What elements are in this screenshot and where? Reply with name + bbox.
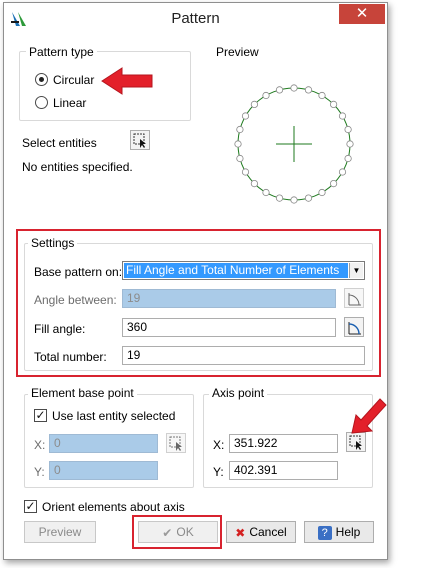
window-title: Pattern (171, 10, 220, 27)
annotation-arrow-icon (101, 67, 153, 95)
preview-marker (318, 188, 326, 197)
linear-radio[interactable] (35, 96, 48, 109)
preview-marker (344, 154, 352, 163)
preview-marker (250, 100, 258, 109)
preview-marker (338, 112, 347, 120)
base-y-label: Y: (34, 465, 45, 479)
axis-point-legend: Axis point (209, 386, 268, 400)
axis-point-pick-button[interactable] (346, 432, 366, 452)
use-last-entity-checkbox[interactable]: ✓ (34, 409, 47, 422)
base-x-field: 0 (49, 434, 158, 453)
preview-drawing (234, 84, 354, 204)
axis-x-field[interactable]: 351.922 (229, 434, 338, 453)
preview-canvas (224, 69, 365, 216)
preview-marker (330, 180, 338, 188)
preview-button: Preview (24, 521, 96, 543)
preview-marker (346, 140, 354, 148)
axis-y-field[interactable]: 402.391 (229, 461, 338, 480)
base-point-pick-button (166, 433, 186, 453)
use-last-entity-label[interactable]: Use last entity selected (52, 409, 175, 423)
preview-marker (250, 180, 258, 188)
help-icon: ? (317, 525, 332, 540)
preview-marker (262, 91, 270, 100)
orient-elements-checkbox[interactable]: ✓ (24, 500, 37, 513)
linear-label[interactable]: Linear (53, 96, 86, 110)
preview-marker (304, 86, 313, 94)
cancel-x-icon: ✖ (235, 525, 246, 540)
preview-marker (330, 100, 338, 109)
preview-marker (236, 154, 244, 163)
close-button[interactable]: ✕ (339, 4, 385, 24)
pick-cursor-icon (133, 133, 146, 148)
no-entities-status: No entities specified. (22, 160, 133, 174)
pattern-dialog: Pattern ✕ Pattern type Circular Linear P… (3, 2, 388, 560)
preview-marker (290, 196, 298, 204)
preview-marker (318, 91, 326, 100)
select-entities-button[interactable] (130, 130, 150, 150)
pick-cursor-icon (349, 435, 362, 450)
base-y-field: 0 (49, 461, 158, 480)
preview-marker (236, 125, 244, 134)
preview-marker (234, 140, 242, 148)
preview-marker (275, 194, 284, 202)
base-x-label: X: (34, 438, 46, 452)
axis-y-label: Y: (213, 465, 224, 479)
help-button[interactable]: ? Help (304, 521, 374, 543)
settings-highlight-box (16, 229, 381, 377)
preview-marker (338, 168, 347, 176)
axis-x-label: X: (213, 438, 225, 452)
preview-marker (290, 84, 298, 92)
preview-legend: Preview (216, 45, 259, 59)
preview-marker (241, 112, 250, 120)
preview-marker (262, 188, 270, 197)
cancel-label: Cancel (249, 525, 287, 539)
pick-cursor-icon (169, 436, 182, 451)
cancel-button[interactable]: ✖ Cancel (226, 521, 296, 543)
preview-marker (304, 194, 313, 202)
circular-radio[interactable] (35, 73, 48, 86)
element-base-point-legend: Element base point (28, 386, 137, 400)
select-entities-label: Select entities (22, 136, 97, 150)
preview-marker (275, 86, 284, 94)
ok-highlight-box (132, 515, 222, 549)
preview-marker (344, 125, 352, 134)
annotation-arrow-icon (351, 398, 387, 434)
help-label: Help (335, 525, 361, 539)
title-bar: Pattern ✕ (4, 3, 387, 34)
preview-marker (241, 168, 250, 176)
orient-elements-label[interactable]: Orient elements about axis (42, 500, 185, 514)
pattern-type-legend: Pattern type (26, 45, 97, 59)
circular-label[interactable]: Circular (53, 73, 94, 87)
